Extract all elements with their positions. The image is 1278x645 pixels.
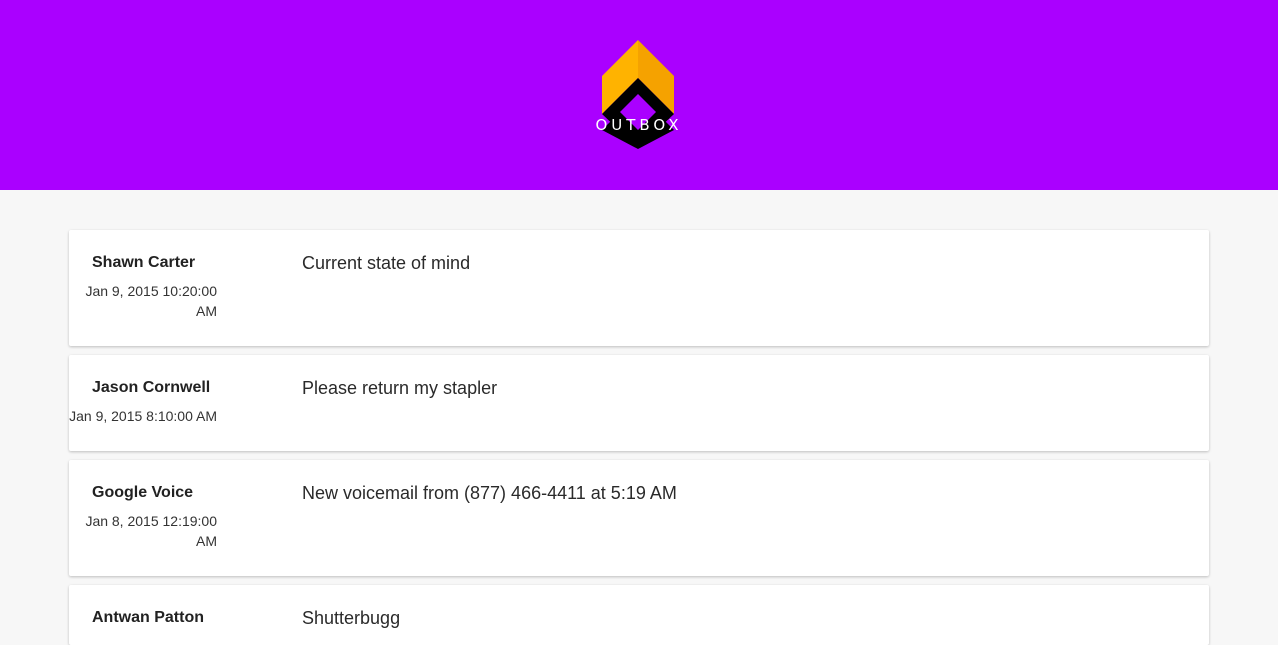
message-sender: Antwan Patton <box>92 609 204 626</box>
message-sender: Google Voice <box>92 484 194 501</box>
outbox-logo-icon <box>602 40 674 149</box>
message-meta: Jason Cornwell Jan 9, 2015 8:10:00 AM <box>69 379 217 426</box>
message-sender: Jason Cornwell <box>92 379 211 396</box>
logo-wordmark: OUTBOX <box>595 116 683 134</box>
app-header: OUTBOX <box>0 0 1278 190</box>
message-subject: Please return my stapler <box>302 378 498 398</box>
message-meta: Antwan Patton <box>69 609 217 636</box>
message-subject: New voicemail from (877) 466-4411 at 5:1… <box>302 483 677 503</box>
message-date: Jan 9, 2015 8:10:00 AM <box>69 408 217 424</box>
message-date: Jan 8, 2015 12:19:00 AM <box>85 513 217 549</box>
outbox-logo[interactable]: OUTBOX <box>579 36 699 154</box>
message-item[interactable]: Antwan Patton Shutterbugg <box>69 585 1209 645</box>
message-sender: Shawn Carter <box>92 254 196 271</box>
message-meta: Google Voice Jan 8, 2015 12:19:00 AM <box>69 484 217 551</box>
message-subject: Shutterbugg <box>302 608 401 628</box>
message-meta: Shawn Carter Jan 9, 2015 10:20:00 AM <box>69 254 217 321</box>
message-item[interactable]: Jason Cornwell Jan 9, 2015 8:10:00 AM Pl… <box>69 355 1209 451</box>
message-item[interactable]: Shawn Carter Jan 9, 2015 10:20:00 AM Cur… <box>69 230 1209 346</box>
message-date: Jan 9, 2015 10:20:00 AM <box>85 283 217 319</box>
message-subject: Current state of mind <box>302 253 471 273</box>
message-item[interactable]: Google Voice Jan 8, 2015 12:19:00 AM New… <box>69 460 1209 576</box>
